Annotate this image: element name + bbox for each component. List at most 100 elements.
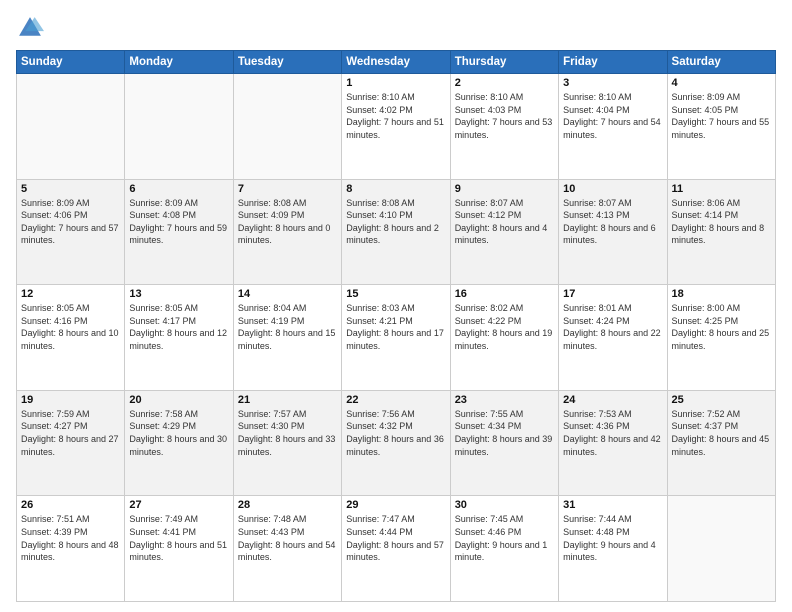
- calendar-cell-3-1: 12 Sunrise: 8:05 AM Sunset: 4:16 PM Dayli…: [17, 285, 125, 391]
- day-number: 27: [129, 499, 228, 511]
- day-info: Sunrise: 7:55 AM Sunset: 4:34 PM Dayligh…: [455, 408, 554, 458]
- calendar-cell-3-6: 17 Sunrise: 8:01 AM Sunset: 4:24 PM Dayli…: [559, 285, 667, 391]
- day-info: Sunrise: 7:45 AM Sunset: 4:46 PM Dayligh…: [455, 513, 554, 563]
- day-number: 20: [129, 394, 228, 406]
- day-info: Sunrise: 8:09 AM Sunset: 4:05 PM Dayligh…: [672, 91, 771, 141]
- day-number: 10: [563, 183, 662, 195]
- weekday-header-tuesday: Tuesday: [233, 51, 341, 74]
- page: SundayMondayTuesdayWednesdayThursdayFrid…: [0, 0, 792, 612]
- day-info: Sunrise: 8:06 AM Sunset: 4:14 PM Dayligh…: [672, 197, 771, 247]
- calendar-cell-5-2: 27 Sunrise: 7:49 AM Sunset: 4:41 PM Dayli…: [125, 496, 233, 602]
- day-info: Sunrise: 8:09 AM Sunset: 4:06 PM Dayligh…: [21, 197, 120, 247]
- calendar-cell-4-3: 21 Sunrise: 7:57 AM Sunset: 4:30 PM Dayli…: [233, 390, 341, 496]
- day-number: 12: [21, 288, 120, 300]
- day-info: Sunrise: 8:05 AM Sunset: 4:16 PM Dayligh…: [21, 302, 120, 352]
- calendar-cell-4-6: 24 Sunrise: 7:53 AM Sunset: 4:36 PM Dayli…: [559, 390, 667, 496]
- day-number: 15: [346, 288, 445, 300]
- day-info: Sunrise: 7:47 AM Sunset: 4:44 PM Dayligh…: [346, 513, 445, 563]
- day-info: Sunrise: 8:10 AM Sunset: 4:02 PM Dayligh…: [346, 91, 445, 141]
- calendar-cell-1-5: 2 Sunrise: 8:10 AM Sunset: 4:03 PM Daylig…: [450, 74, 558, 180]
- day-number: 18: [672, 288, 771, 300]
- day-info: Sunrise: 7:44 AM Sunset: 4:48 PM Dayligh…: [563, 513, 662, 563]
- day-info: Sunrise: 7:59 AM Sunset: 4:27 PM Dayligh…: [21, 408, 120, 458]
- weekday-header-sunday: Sunday: [17, 51, 125, 74]
- calendar-cell-5-7: [667, 496, 775, 602]
- week-row-2: 5 Sunrise: 8:09 AM Sunset: 4:06 PM Daylig…: [17, 179, 776, 285]
- week-row-1: 1 Sunrise: 8:10 AM Sunset: 4:02 PM Daylig…: [17, 74, 776, 180]
- day-info: Sunrise: 7:58 AM Sunset: 4:29 PM Dayligh…: [129, 408, 228, 458]
- day-number: 4: [672, 77, 771, 89]
- day-number: 22: [346, 394, 445, 406]
- weekday-header-row: SundayMondayTuesdayWednesdayThursdayFrid…: [17, 51, 776, 74]
- day-number: 24: [563, 394, 662, 406]
- day-number: 17: [563, 288, 662, 300]
- calendar-cell-1-4: 1 Sunrise: 8:10 AM Sunset: 4:02 PM Daylig…: [342, 74, 450, 180]
- day-info: Sunrise: 7:49 AM Sunset: 4:41 PM Dayligh…: [129, 513, 228, 563]
- day-info: Sunrise: 8:03 AM Sunset: 4:21 PM Dayligh…: [346, 302, 445, 352]
- day-number: 1: [346, 77, 445, 89]
- day-info: Sunrise: 7:56 AM Sunset: 4:32 PM Dayligh…: [346, 408, 445, 458]
- calendar-cell-2-7: 11 Sunrise: 8:06 AM Sunset: 4:14 PM Dayli…: [667, 179, 775, 285]
- calendar-cell-4-7: 25Sunrise: 7:52 AM Sunset: 4:37 PM Dayli…: [667, 390, 775, 496]
- calendar-cell-4-4: 22 Sunrise: 7:56 AM Sunset: 4:32 PM Dayli…: [342, 390, 450, 496]
- day-info: Sunrise: 8:08 AM Sunset: 4:09 PM Dayligh…: [238, 197, 337, 247]
- calendar-cell-1-7: 4 Sunrise: 8:09 AM Sunset: 4:05 PM Daylig…: [667, 74, 775, 180]
- day-info: Sunrise: 7:48 AM Sunset: 4:43 PM Dayligh…: [238, 513, 337, 563]
- day-info: Sunrise: 8:10 AM Sunset: 4:03 PM Dayligh…: [455, 91, 554, 141]
- day-number: 28: [238, 499, 337, 511]
- day-info: Sunrise: 8:04 AM Sunset: 4:19 PM Dayligh…: [238, 302, 337, 352]
- calendar-cell-4-1: 19 Sunrise: 7:59 AM Sunset: 4:27 PM Dayli…: [17, 390, 125, 496]
- calendar-cell-4-5: 23Sunrise: 7:55 AM Sunset: 4:34 PM Dayli…: [450, 390, 558, 496]
- day-info: Sunrise: 7:53 AM Sunset: 4:36 PM Dayligh…: [563, 408, 662, 458]
- day-info: Sunrise: 7:51 AM Sunset: 4:39 PM Dayligh…: [21, 513, 120, 563]
- day-number: 30: [455, 499, 554, 511]
- day-number: 26: [21, 499, 120, 511]
- calendar-cell-1-2: [125, 74, 233, 180]
- calendar-cell-3-5: 16Sunrise: 8:02 AM Sunset: 4:22 PM Dayli…: [450, 285, 558, 391]
- calendar-table: SundayMondayTuesdayWednesdayThursdayFrid…: [16, 50, 776, 602]
- day-number: 7: [238, 183, 337, 195]
- calendar-cell-1-1: [17, 74, 125, 180]
- weekday-header-thursday: Thursday: [450, 51, 558, 74]
- calendar-cell-3-4: 15 Sunrise: 8:03 AM Sunset: 4:21 PM Dayli…: [342, 285, 450, 391]
- calendar-cell-2-3: 7 Sunrise: 8:08 AM Sunset: 4:09 PM Daylig…: [233, 179, 341, 285]
- weekday-header-monday: Monday: [125, 51, 233, 74]
- day-info: Sunrise: 8:10 AM Sunset: 4:04 PM Dayligh…: [563, 91, 662, 141]
- day-number: 9: [455, 183, 554, 195]
- weekday-header-friday: Friday: [559, 51, 667, 74]
- calendar-cell-5-5: 30 Sunrise: 7:45 AM Sunset: 4:46 PM Dayli…: [450, 496, 558, 602]
- day-number: 25: [672, 394, 771, 406]
- week-row-5: 26 Sunrise: 7:51 AM Sunset: 4:39 PM Dayli…: [17, 496, 776, 602]
- weekday-header-wednesday: Wednesday: [342, 51, 450, 74]
- logo-icon: [16, 14, 44, 42]
- day-info: Sunrise: 8:01 AM Sunset: 4:24 PM Dayligh…: [563, 302, 662, 352]
- day-info: Sunrise: 7:57 AM Sunset: 4:30 PM Dayligh…: [238, 408, 337, 458]
- day-number: 21: [238, 394, 337, 406]
- calendar-cell-2-4: 8Sunrise: 8:08 AM Sunset: 4:10 PM Daylig…: [342, 179, 450, 285]
- calendar-cell-3-2: 13 Sunrise: 8:05 AM Sunset: 4:17 PM Dayli…: [125, 285, 233, 391]
- calendar-cell-2-5: 9 Sunrise: 8:07 AM Sunset: 4:12 PM Daylig…: [450, 179, 558, 285]
- day-info: Sunrise: 8:07 AM Sunset: 4:12 PM Dayligh…: [455, 197, 554, 247]
- day-number: 19: [21, 394, 120, 406]
- calendar-cell-5-1: 26 Sunrise: 7:51 AM Sunset: 4:39 PM Dayli…: [17, 496, 125, 602]
- calendar-cell-4-2: 20 Sunrise: 7:58 AM Sunset: 4:29 PM Dayli…: [125, 390, 233, 496]
- day-number: 11: [672, 183, 771, 195]
- day-number: 5: [21, 183, 120, 195]
- day-number: 3: [563, 77, 662, 89]
- week-row-4: 19 Sunrise: 7:59 AM Sunset: 4:27 PM Dayli…: [17, 390, 776, 496]
- calendar-cell-5-6: 31Sunrise: 7:44 AM Sunset: 4:48 PM Dayli…: [559, 496, 667, 602]
- day-info: Sunrise: 8:05 AM Sunset: 4:17 PM Dayligh…: [129, 302, 228, 352]
- calendar-cell-3-3: 14 Sunrise: 8:04 AM Sunset: 4:19 PM Dayli…: [233, 285, 341, 391]
- day-number: 8: [346, 183, 445, 195]
- day-info: Sunrise: 8:00 AM Sunset: 4:25 PM Dayligh…: [672, 302, 771, 352]
- day-info: Sunrise: 8:02 AM Sunset: 4:22 PM Dayligh…: [455, 302, 554, 352]
- day-number: 14: [238, 288, 337, 300]
- day-number: 2: [455, 77, 554, 89]
- calendar-cell-3-7: 18 Sunrise: 8:00 AM Sunset: 4:25 PM Dayli…: [667, 285, 775, 391]
- header: [16, 14, 776, 42]
- weekday-header-saturday: Saturday: [667, 51, 775, 74]
- calendar-cell-1-3: [233, 74, 341, 180]
- logo: [16, 14, 48, 42]
- day-info: Sunrise: 8:09 AM Sunset: 4:08 PM Dayligh…: [129, 197, 228, 247]
- day-number: 13: [129, 288, 228, 300]
